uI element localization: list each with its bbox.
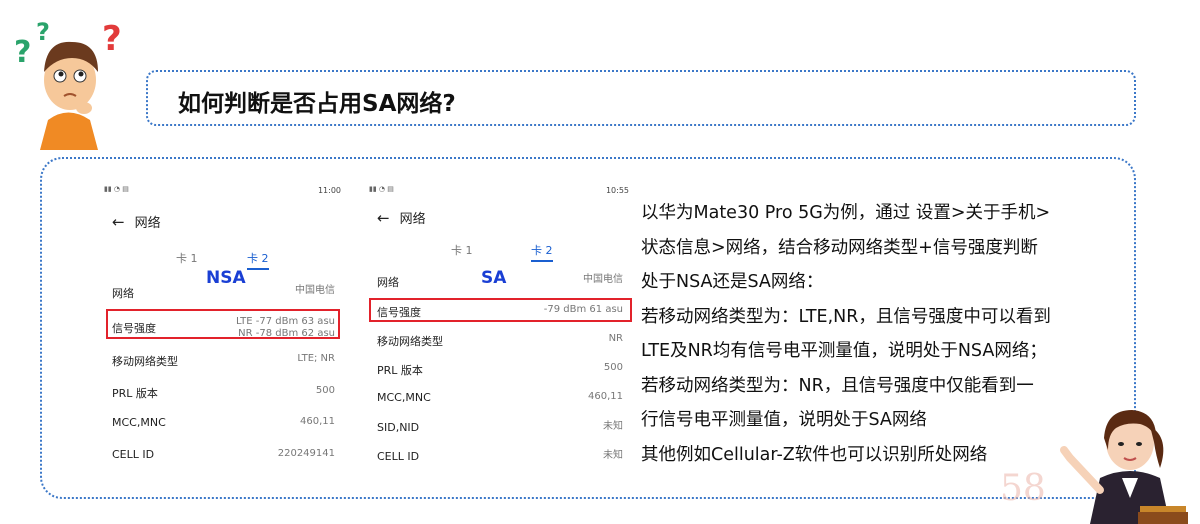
row-value: 500 — [603, 362, 623, 373]
page-heading: 网络 — [399, 212, 426, 227]
thinking-boy-icon: ? ? ? — [14, 18, 122, 150]
status-bar-time: 11:00 — [317, 186, 341, 195]
status-bar-icons: ▮▮ ◔ ▤ — [369, 185, 394, 193]
network-page-header: ← 网络 — [377, 208, 426, 227]
row-value: 中国电信 — [583, 274, 623, 285]
svg-text:?: ? — [102, 19, 122, 59]
status-bar-icons: ▮▮ ◔ ▤ — [104, 185, 129, 193]
row-label: SID,NID — [377, 421, 420, 434]
info-row-network: 网络 中国电信 — [377, 274, 633, 294]
row-label: 移动网络类型 — [112, 355, 178, 368]
info-row-cell-id: CELL ID 220249141 — [112, 448, 345, 468]
row-value: 未知 — [603, 421, 623, 432]
explanation-line: LTE及NR均有信号电平测量值，说明处于NSA网络； — [641, 341, 1047, 361]
row-value: 220249141 — [277, 448, 335, 459]
row-label: CELL ID — [112, 448, 155, 461]
info-row-network-type: 移动网络类型 LTE; NR — [112, 353, 345, 373]
info-row-mcc-mnc: MCC,MNC 460,11 — [377, 391, 633, 411]
row-label: 网络 — [112, 287, 134, 300]
explanation-line: 以华为Mate30 Pro 5G为例，通过 设置>关于手机> — [641, 203, 1051, 223]
page-heading: 网络 — [134, 216, 161, 231]
info-row-mcc-mnc: MCC,MNC 460,11 — [112, 416, 345, 436]
row-label: MCC,MNC — [112, 416, 166, 429]
svg-text:?: ? — [14, 35, 31, 70]
explanation-line: 状态信息>网络，结合移动网络类型+信号强度判断 — [641, 237, 1038, 258]
row-value: LTE; NR — [297, 353, 335, 364]
info-row-prl: PRL 版本 500 — [112, 385, 345, 405]
signal-highlight-box — [106, 309, 340, 339]
row-value: 500 — [315, 385, 335, 396]
row-value: 460,11 — [588, 391, 623, 402]
row-label: 移动网络类型 — [377, 335, 443, 348]
tab-sim-2[interactable]: 卡 2 — [247, 250, 269, 270]
tab-sim-2[interactable]: 卡 2 — [531, 242, 553, 262]
row-value: 460,11 — [300, 416, 335, 427]
back-arrow-icon[interactable]: ← — [112, 213, 125, 231]
teacher-pointing-icon — [1060, 410, 1188, 524]
row-label: PRL 版本 — [112, 387, 158, 400]
tab-sim-1[interactable]: 卡 1 — [176, 250, 198, 266]
explanation-line: 若移动网络类型为：LTE,NR，且信号强度中可以看到 — [641, 306, 1051, 327]
info-row-prl: PRL 版本 500 — [377, 362, 633, 382]
row-value: 未知 — [603, 450, 623, 461]
network-page-header: ← 网络 — [112, 212, 161, 231]
info-row-network: 网络 中国电信 — [112, 285, 345, 305]
title-banner: 如何判断是否占用SA网络? — [146, 70, 1136, 126]
page-title: 如何判断是否占用SA网络? — [178, 91, 456, 117]
signal-highlight-box — [369, 298, 632, 322]
back-arrow-icon[interactable]: ← — [377, 209, 390, 227]
row-label: CELL ID — [377, 450, 420, 463]
row-value: NR — [608, 333, 623, 344]
info-row-sid-nid: SID,NID 未知 — [377, 421, 633, 441]
tab-sim-1[interactable]: 卡 1 — [451, 242, 473, 258]
explanation-line: 处于NSA还是SA网络： — [641, 272, 824, 292]
row-value: 中国电信 — [295, 285, 335, 296]
svg-text:?: ? — [36, 18, 50, 46]
row-label: PRL 版本 — [377, 364, 423, 377]
status-bar-time: 10:55 — [605, 186, 629, 195]
info-row-cell-id: CELL ID 未知 — [377, 450, 633, 470]
info-row-network-type: 移动网络类型 NR — [377, 333, 633, 353]
row-label: MCC,MNC — [377, 391, 431, 404]
row-label: 网络 — [377, 276, 399, 289]
